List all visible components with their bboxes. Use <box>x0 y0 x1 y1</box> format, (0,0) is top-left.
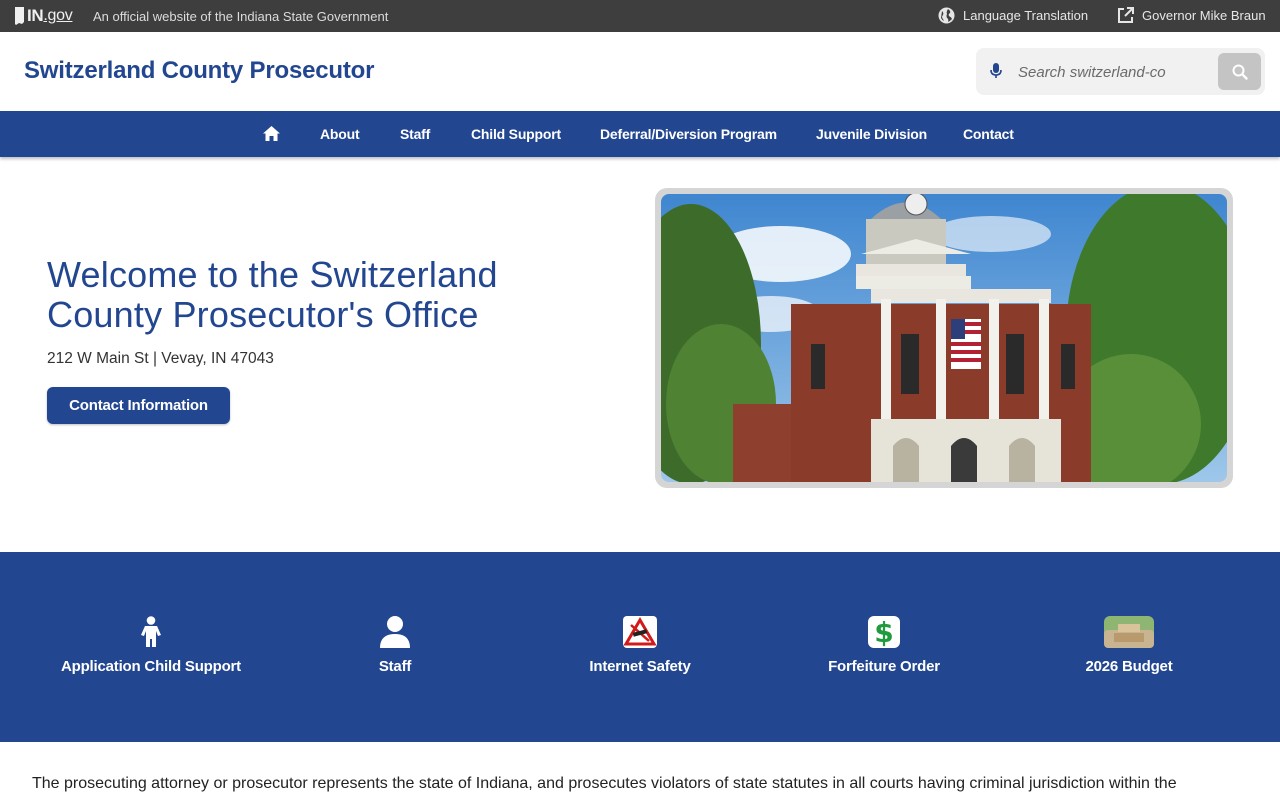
indiana-state-icon <box>15 7 24 25</box>
quick-link-internet-safety[interactable]: Internet Safety <box>530 616 750 675</box>
official-bar: IN .gov An official website of the Indian… <box>0 0 1280 32</box>
main-nav: About Staff Child Support Deferral/Diver… <box>0 111 1280 157</box>
in-gov-wordmark: IN .gov <box>14 6 73 26</box>
search-bar <box>976 48 1265 95</box>
quick-link-2026-budget[interactable]: 2026 Budget <box>1019 616 1239 675</box>
site-header: Switzerland County Prosecutor <box>0 32 1280 111</box>
governor-link[interactable]: Governor Mike Braun <box>1117 7 1266 24</box>
quick-links-band: Application Child Support Staff Internet… <box>0 552 1280 742</box>
quick-link-label: Staff <box>378 658 412 675</box>
search-input[interactable] <box>1018 60 1188 84</box>
svg-text:$: $ <box>874 616 893 648</box>
logo-in-text: IN <box>27 6 44 25</box>
nav-item-deferral-diversion[interactable]: Deferral/Diversion Program <box>600 126 777 142</box>
quick-link-label: 2026 Budget <box>1085 658 1173 675</box>
site-title[interactable]: Switzerland County Prosecutor <box>24 57 374 85</box>
external-link-icon <box>1118 7 1134 23</box>
child-icon <box>141 616 161 647</box>
logo-gov-text: .gov <box>43 7 73 24</box>
quick-link-label: Application Child Support <box>61 658 241 675</box>
language-translation-link[interactable]: Language Translation <box>938 7 1088 24</box>
contact-information-button[interactable]: Contact Information <box>47 387 230 424</box>
official-site-text: An official website of the Indiana State… <box>93 9 389 24</box>
quick-link-application-child-support[interactable]: Application Child Support <box>41 616 261 675</box>
nav-item-contact[interactable]: Contact <box>963 126 1014 142</box>
governor-label: Governor Mike Braun <box>1142 8 1266 23</box>
microphone-icon[interactable] <box>989 62 1003 80</box>
quick-link-label: Internet Safety <box>589 658 691 675</box>
nav-item-staff[interactable]: Staff <box>400 126 430 142</box>
nav-item-juvenile-division[interactable]: Juvenile Division <box>816 126 927 142</box>
courthouse-image <box>661 194 1227 482</box>
language-translation-label: Language Translation <box>963 8 1089 23</box>
nav-item-child-support[interactable]: Child Support <box>471 126 561 142</box>
intro-paragraph: The prosecuting attorney or prosecutor r… <box>32 775 1177 792</box>
nav-item-about[interactable]: About <box>320 126 360 142</box>
in-gov-logo[interactable]: IN .gov <box>14 6 73 26</box>
home-icon[interactable] <box>262 125 281 142</box>
office-address: 212 W Main St | Vevay, IN 47043 <box>47 350 274 367</box>
search-button[interactable] <box>1218 53 1261 90</box>
courthouse-photo <box>655 188 1233 488</box>
quick-link-label: Forfeiture Order <box>828 658 940 675</box>
dollar-icon: $ <box>868 616 900 648</box>
page-title: Welcome to the Switzerland County Prosec… <box>47 254 498 335</box>
person-icon <box>380 616 410 648</box>
internet-safety-icon <box>623 616 657 648</box>
budget-icon <box>1104 616 1154 648</box>
globe-icon <box>938 7 955 24</box>
quick-link-staff[interactable]: Staff <box>285 616 505 675</box>
quick-link-forfeiture-order[interactable]: $ Forfeiture Order <box>774 616 994 675</box>
search-icon <box>1232 64 1248 80</box>
